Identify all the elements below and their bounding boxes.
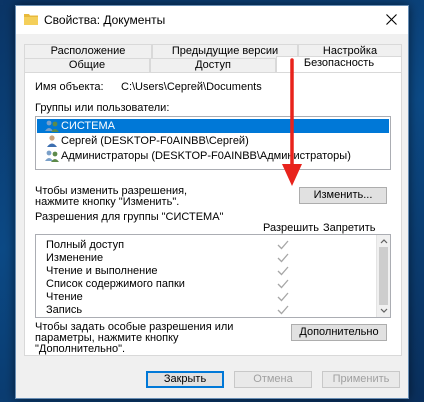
advanced-hint-line3: "Дополнительно".: [35, 343, 126, 355]
list-item-label: Сергей (DESKTOP-F0AINBB\Сергей): [61, 135, 249, 147]
close-dialog-button[interactable]: Закрыть: [146, 371, 224, 388]
groups-label: Группы или пользователи:: [35, 102, 170, 114]
permissions-scrollbar[interactable]: [376, 235, 390, 317]
permission-row: Изменение: [46, 251, 103, 265]
title-bar[interactable]: Свойства: Документы: [16, 6, 408, 34]
cancel-button[interactable]: Отмена: [234, 371, 312, 388]
permission-row: Полный доступ: [46, 238, 124, 252]
deny-column-header: Запретить: [323, 222, 376, 234]
object-name-label: Имя объекта:: [35, 81, 104, 93]
list-item-label: Администраторы (DESKTOP-F0AINBB\Админист…: [61, 150, 351, 162]
allow-check-icon: [277, 279, 289, 289]
tab-general[interactable]: Общие: [24, 58, 150, 72]
apply-button[interactable]: Применить: [322, 371, 400, 388]
permission-name: Чтение: [46, 291, 83, 303]
users-group-icon: [45, 150, 59, 162]
permission-name: Полный доступ: [46, 239, 125, 251]
permissions-label: Разрешения для группы "СИСТЕМА": [35, 211, 224, 223]
list-item-administrators[interactable]: Администраторы (DESKTOP-F0AINBB\Админист…: [37, 149, 389, 163]
permission-row: Чтение: [46, 290, 83, 304]
object-name-value: C:\Users\Сергей\Documents: [121, 81, 262, 93]
window-title: Свойства: Документы: [44, 13, 166, 27]
permission-name: Изменение: [46, 252, 104, 264]
allow-check-icon: [277, 292, 289, 302]
allow-column-header: Разрешить: [263, 222, 319, 234]
permission-name: Список содержимого папки: [46, 278, 185, 290]
close-icon: [385, 14, 397, 25]
allow-check-icon: [277, 266, 289, 276]
advanced-button[interactable]: Дополнительно: [291, 324, 387, 341]
close-button[interactable]: [380, 10, 402, 30]
allow-check-icon: [277, 253, 289, 263]
permissions-list: Полный доступ Изменение Чтение и выполне…: [35, 234, 391, 318]
change-hint-line2: нажмите кнопку "Изменить".: [35, 196, 180, 208]
properties-window: Свойства: Документы Расположение Предыду…: [15, 5, 409, 399]
groups-listbox[interactable]: СИСТЕМА Сергей (DESKTOP-F0AINBB\Сергей) …: [35, 116, 391, 170]
folder-icon: [24, 14, 38, 25]
permission-name: Чтение и выполнение: [46, 265, 158, 277]
user-icon: [47, 135, 57, 147]
scrollbar-thumb[interactable]: [379, 247, 388, 305]
permission-row: Запись: [46, 303, 82, 317]
tab-sharing[interactable]: Доступ: [150, 58, 276, 72]
users-group-icon: [45, 120, 59, 132]
permission-row: Список содержимого папки: [46, 277, 185, 291]
tab-row-front: Общие Доступ Безопасность: [24, 56, 402, 72]
security-panel: Имя объекта: C:\Users\Сергей\Documents Г…: [24, 72, 402, 356]
allow-check-icon: [277, 305, 289, 315]
scroll-up-icon[interactable]: [380, 238, 388, 244]
tab-security[interactable]: Безопасность: [276, 56, 402, 72]
change-button[interactable]: Изменить...: [299, 187, 387, 204]
list-item-system[interactable]: СИСТЕМА: [37, 119, 389, 133]
permission-name: Запись: [46, 304, 83, 316]
allow-check-icon: [277, 240, 289, 250]
permission-row: Чтение и выполнение: [46, 264, 158, 278]
scroll-down-icon[interactable]: [380, 308, 388, 314]
list-item-user[interactable]: Сергей (DESKTOP-F0AINBB\Сергей): [37, 134, 389, 148]
list-item-label: СИСТЕМА: [61, 120, 115, 132]
tab-location[interactable]: Расположение: [24, 44, 152, 58]
